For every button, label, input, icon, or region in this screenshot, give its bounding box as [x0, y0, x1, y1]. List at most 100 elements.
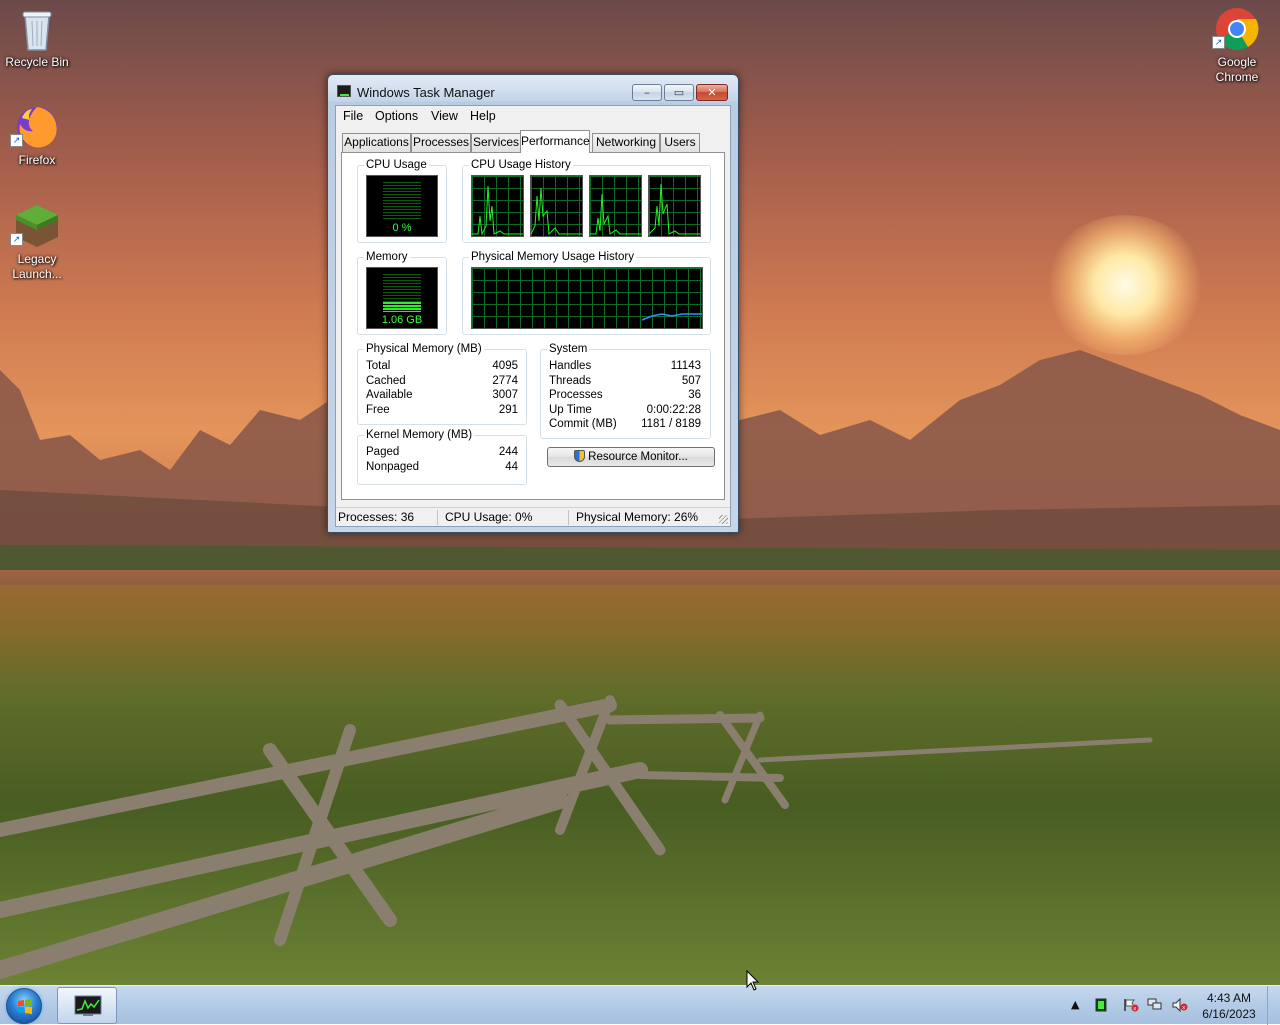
windows-logo-icon	[18, 999, 32, 1014]
status-cpu-usage: CPU Usage: 0%	[445, 510, 533, 524]
taskbar-button-task-manager[interactable]	[57, 987, 117, 1024]
start-button[interactable]	[6, 988, 42, 1024]
stat-value: 291	[498, 404, 518, 416]
wallpaper-sun	[1045, 215, 1205, 355]
desktop-icon-recycle-bin[interactable]: Recycle Bin	[0, 6, 74, 70]
recycle-bin-icon	[22, 11, 52, 51]
taskbar-clock[interactable]: 4:43 AM 6/16/2023	[1196, 990, 1262, 1022]
status-bar: Processes: 36 CPU Usage: 0% Physical Mem…	[336, 507, 730, 526]
network-icon[interactable]	[1147, 998, 1163, 1012]
task-manager-tray-icon[interactable]	[1095, 998, 1107, 1012]
resource-monitor-button[interactable]: Resource Monitor...	[547, 447, 715, 467]
title-bar[interactable]: Windows Task Manager – ▭ ✕	[328, 75, 738, 105]
cpu-history-graph-core-4	[648, 175, 701, 237]
shortcut-arrow-icon: ↗	[10, 134, 23, 147]
task-manager-icon	[74, 995, 102, 1016]
tab-users[interactable]: Users	[660, 133, 700, 152]
desktop-icon-label: Firefox	[18, 153, 56, 167]
stat-value: 36	[688, 389, 701, 401]
cpu-history-graph-core-3	[589, 175, 642, 237]
cpu-usage-label: CPU Usage	[364, 159, 429, 171]
menu-help[interactable]: Help	[470, 109, 496, 123]
stat-label: Free	[366, 404, 390, 416]
stat-label: Up Time	[549, 404, 592, 416]
show-desktop-button[interactable]	[1267, 986, 1280, 1025]
desktop-icon-firefox[interactable]: ↗ Firefox	[0, 104, 74, 168]
cpu-history-graph-core-1	[471, 175, 524, 237]
system-label: System	[547, 343, 590, 355]
svg-text:x: x	[1133, 1006, 1136, 1012]
memory-group: Memory 1.06 GB	[357, 251, 447, 335]
memory-meter: 1.06 GB	[366, 267, 438, 329]
cpu-history-graph-core-2	[530, 175, 583, 237]
stat-label: Commit (MB)	[549, 418, 617, 430]
menu-bar: File Options View Help	[336, 106, 730, 126]
memory-history-line	[641, 313, 702, 321]
status-physical-memory: Physical Memory: 26%	[576, 510, 699, 524]
desktop-icon-label: Legacy Launch...	[12, 252, 62, 281]
cpu-history-label: CPU Usage History	[469, 159, 573, 171]
status-processes: Processes: 36	[338, 510, 415, 524]
svg-text:x: x	[1182, 1005, 1185, 1011]
action-center-icon[interactable]: x	[1123, 998, 1139, 1012]
system-group: System Handles 11143 Threads 507 Process…	[540, 343, 711, 439]
close-button[interactable]: ✕	[696, 84, 728, 101]
window-title: Windows Task Manager	[357, 85, 495, 100]
stat-label: Available	[366, 389, 413, 401]
stat-value: 44	[505, 461, 518, 473]
cpu-history-group: CPU Usage History	[462, 159, 711, 243]
tab-services[interactable]: Services	[471, 133, 521, 152]
cpu-usage-meter: 0 %	[366, 175, 438, 237]
kernel-memory-group: Kernel Memory (MB) Paged 244 Nonpaged 44	[357, 429, 527, 485]
stat-label: Nonpaged	[366, 461, 420, 473]
stat-value: 4095	[492, 360, 518, 372]
tab-networking[interactable]: Networking	[592, 133, 660, 152]
desktop-icon-legacy-launcher[interactable]: ↗ Legacy Launch...	[0, 203, 74, 282]
task-manager-icon	[337, 85, 351, 97]
maximize-button[interactable]: ▭	[664, 84, 694, 101]
stat-value: 507	[681, 375, 701, 387]
memory-history-group: Physical Memory Usage History	[462, 251, 711, 335]
desktop-icon-label: Google Chrome	[1215, 55, 1259, 84]
tab-processes[interactable]: Processes	[411, 133, 471, 152]
uac-shield-icon	[574, 450, 586, 462]
tab-performance[interactable]: Performance	[520, 130, 590, 153]
menu-options[interactable]: Options	[375, 109, 418, 123]
menu-file[interactable]: File	[343, 109, 363, 123]
desktop-icon-google-chrome[interactable]: ↗ Google Chrome	[1200, 6, 1274, 85]
show-hidden-icons-icon[interactable]: ▲	[1071, 998, 1079, 1011]
memory-meter-fill	[383, 302, 421, 312]
volume-muted-icon[interactable]: x	[1172, 998, 1188, 1012]
stat-label: Processes	[549, 389, 603, 401]
stat-value: 244	[498, 446, 518, 458]
wallpaper-fence	[0, 695, 1153, 979]
stat-label: Handles	[549, 360, 592, 372]
desktop-icon-label: Recycle Bin	[5, 55, 69, 69]
cpu-usage-group: CPU Usage 0 %	[357, 159, 447, 243]
status-separator	[568, 510, 569, 525]
memory-label: Memory	[364, 251, 410, 263]
clock-time: 4:43 AM	[1206, 991, 1252, 1005]
status-separator	[437, 510, 438, 525]
minimize-button[interactable]: –	[632, 84, 662, 101]
physical-memory-group: Physical Memory (MB) Total 4095 Cached 2…	[357, 343, 527, 425]
taskbar: ▲ x x 4:43 AM 6/16/2023	[0, 985, 1280, 1025]
resize-grip-icon[interactable]	[719, 515, 728, 524]
stat-value: 3007	[492, 389, 518, 401]
performance-panel: CPU Usage 0 % CPU Usage History Memory 1…	[341, 152, 725, 500]
shortcut-arrow-icon: ↗	[10, 233, 23, 246]
cpu-meter-bars	[383, 182, 421, 220]
memory-history-graph	[471, 267, 703, 329]
resource-monitor-label: Resource Monitor...	[588, 451, 688, 463]
mouse-cursor-icon	[746, 970, 760, 991]
physical-memory-label: Physical Memory (MB)	[364, 343, 484, 355]
task-manager-window[interactable]: Windows Task Manager – ▭ ✕ File Options …	[327, 74, 739, 533]
shortcut-arrow-icon: ↗	[1212, 36, 1225, 49]
stat-value: 0:00:22:28	[646, 404, 701, 416]
cpu-core-4-line	[648, 183, 700, 235]
cpu-core-1-line	[472, 185, 523, 236]
tab-applications[interactable]: Applications	[342, 133, 411, 152]
stat-value: 11143	[670, 360, 701, 372]
menu-view[interactable]: View	[431, 109, 458, 123]
cpu-core-2-line	[530, 187, 582, 236]
